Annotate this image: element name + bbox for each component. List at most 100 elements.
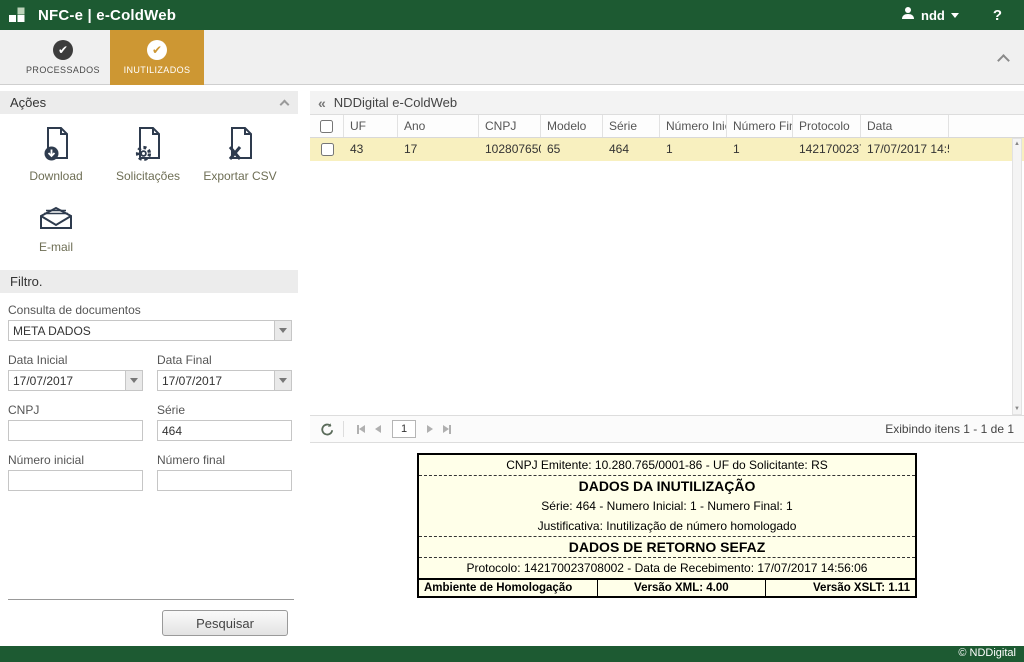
status-bar: © NDDigital xyxy=(0,646,1024,662)
cell-modelo: 65 xyxy=(547,142,561,156)
page-number-input[interactable] xyxy=(392,420,416,438)
tab-inutilizados[interactable]: INUTILIZADOS xyxy=(110,30,204,85)
cell-uf: 43 xyxy=(350,142,364,156)
actions-title: Ações xyxy=(10,95,47,110)
consulta-select[interactable]: META DADOS xyxy=(8,320,292,341)
email-button[interactable]: E-mail xyxy=(10,197,102,254)
user-icon xyxy=(900,5,916,26)
collapse-sidebar-icon[interactable]: « xyxy=(318,95,326,111)
data-inicial-input[interactable] xyxy=(9,371,125,390)
solicitacoes-button[interactable]: Solicitações xyxy=(102,126,194,183)
column-header-serie[interactable]: Série xyxy=(603,115,660,137)
collapse-actions-icon[interactable] xyxy=(279,99,290,109)
download-document-icon xyxy=(37,126,75,164)
numero-final-input[interactable] xyxy=(157,470,292,491)
inutilizacao-title: DADOS DA INUTILIZAÇÃO xyxy=(578,478,756,494)
help-button[interactable]: ? xyxy=(993,7,1002,24)
cnpj-input[interactable] xyxy=(8,420,143,441)
table-row[interactable]: 43 17 10280765000186 65 464 1 1 14217002… xyxy=(310,138,1024,161)
pagination-bar: Exibindo itens 1 - 1 de 1 xyxy=(310,415,1024,443)
versao-xslt-label: Versão XSLT: 1.11 xyxy=(813,582,910,594)
tab-processados[interactable]: PROCESSADOS xyxy=(16,30,110,85)
cell-numero-inicial: 1 xyxy=(666,142,673,156)
filter-title: Filtro. xyxy=(10,274,43,289)
top-bar: NFC-e | e-ColdWeb ndd ? xyxy=(0,0,1024,30)
cell-ano: 17 xyxy=(404,142,418,156)
tab-label: PROCESSADOS xyxy=(26,65,100,75)
ambiente-label: Ambiente de Homologação xyxy=(419,580,598,596)
column-header-ano[interactable]: Ano xyxy=(398,115,479,137)
previous-page-button[interactable] xyxy=(375,425,381,433)
user-name: ndd xyxy=(921,7,945,23)
retorno-sefaz-title: DADOS DE RETORNO SEFAZ xyxy=(419,537,915,558)
last-page-button[interactable] xyxy=(443,424,451,434)
table-body: 43 17 10280765000186 65 464 1 1 14217002… xyxy=(310,138,1024,415)
numero-inicial-input[interactable] xyxy=(8,470,143,491)
column-header-modelo[interactable]: Modelo xyxy=(541,115,603,137)
vertical-scrollbar[interactable]: ▲ ▼ xyxy=(1012,138,1022,415)
cell-protocolo: 142170023708002 xyxy=(799,142,861,156)
action-label: Download xyxy=(29,169,83,183)
divider xyxy=(8,599,294,600)
row-checkbox[interactable] xyxy=(320,143,334,156)
sidebar: Ações Download Solicitações Exportar CSV… xyxy=(0,86,298,646)
filter-form: Consulta de documentos META DADOS Data I… xyxy=(0,293,298,491)
data-final-label: Data Final xyxy=(157,353,212,367)
check-circle-icon xyxy=(53,40,73,60)
column-header-numero-inicial[interactable]: Número Inicial xyxy=(660,115,727,137)
data-final-input[interactable] xyxy=(158,371,274,390)
data-inicial-picker xyxy=(8,370,143,391)
action-label: Solicitações xyxy=(115,169,181,183)
chevron-down-icon[interactable] xyxy=(125,371,142,390)
pesquisar-button[interactable]: Pesquisar xyxy=(162,610,288,636)
select-all-cell xyxy=(310,115,344,137)
chevron-down-icon[interactable] xyxy=(274,321,291,340)
first-page-button[interactable] xyxy=(357,424,365,434)
scroll-up-icon[interactable]: ▲ xyxy=(1014,139,1020,149)
main-panel: « NDDigital e-ColdWeb UF Ano CNPJ Modelo… xyxy=(310,86,1024,646)
column-header-filler xyxy=(949,115,1024,137)
tab-strip: PROCESSADOS INUTILIZADOS xyxy=(16,30,204,85)
column-header-uf[interactable]: UF xyxy=(344,115,398,137)
emitente-line: CNPJ Emitente: 10.280.765/0001-86 - UF d… xyxy=(419,455,915,476)
export-csv-icon xyxy=(221,126,259,164)
column-header-numero-final[interactable]: Número Final xyxy=(727,115,793,137)
cell-numero-final: 1 xyxy=(733,142,740,156)
next-page-button[interactable] xyxy=(427,425,433,433)
chevron-down-icon[interactable] xyxy=(274,371,291,390)
cell-serie: 464 xyxy=(609,142,630,156)
cell-data: 17/07/2017 14:56:06 xyxy=(867,142,949,156)
check-circle-icon xyxy=(147,40,167,60)
application-window: NFC-e | e-ColdWeb ndd ? PROCESSADOS xyxy=(0,0,1024,662)
column-header-data[interactable]: Data xyxy=(861,115,949,137)
action-label: Exportar CSV xyxy=(203,169,277,183)
consulta-label: Consulta de documentos xyxy=(8,303,141,317)
user-menu[interactable]: ndd xyxy=(900,5,959,26)
pagination-status: Exibindo itens 1 - 1 de 1 xyxy=(885,422,1014,436)
numero-inicial-label: Número inicial xyxy=(8,453,85,467)
row-select-cell xyxy=(310,138,344,161)
action-label: E-mail xyxy=(38,240,73,254)
inutilizacao-detail-box: CNPJ Emitente: 10.280.765/0001-86 - UF d… xyxy=(417,453,917,598)
serie-input[interactable] xyxy=(157,420,292,441)
column-header-protocolo[interactable]: Protocolo xyxy=(793,115,861,137)
column-header-cnpj[interactable]: CNPJ xyxy=(479,115,541,137)
data-final-picker xyxy=(157,370,292,391)
download-button[interactable]: Download xyxy=(10,126,102,183)
scroll-down-icon[interactable]: ▼ xyxy=(1014,404,1020,414)
requests-document-icon xyxy=(129,126,167,164)
serie-line: Série: 464 - Numero Inicial: 1 - Numero … xyxy=(541,499,793,513)
actions-grid: Download Solicitações Exportar CSV E-mai… xyxy=(0,114,298,260)
table-header-row: UF Ano CNPJ Modelo Série Número Inicial … xyxy=(310,115,1024,138)
cnpj-label: CNPJ xyxy=(8,403,40,417)
refresh-icon[interactable] xyxy=(320,422,335,437)
email-icon xyxy=(37,197,75,235)
filter-section-header: Filtro. xyxy=(0,270,298,293)
detail-footer: Ambiente de Homologação Versão XML: 4.00… xyxy=(419,578,915,596)
select-all-checkbox[interactable] xyxy=(320,119,333,133)
ndd-logo-icon xyxy=(8,5,28,25)
detail-area: CNPJ Emitente: 10.280.765/0001-86 - UF d… xyxy=(310,443,1024,646)
serie-label: Série xyxy=(157,403,186,417)
collapse-toolbar-icon[interactable] xyxy=(997,54,1010,67)
exportar-csv-button[interactable]: Exportar CSV xyxy=(194,126,286,183)
